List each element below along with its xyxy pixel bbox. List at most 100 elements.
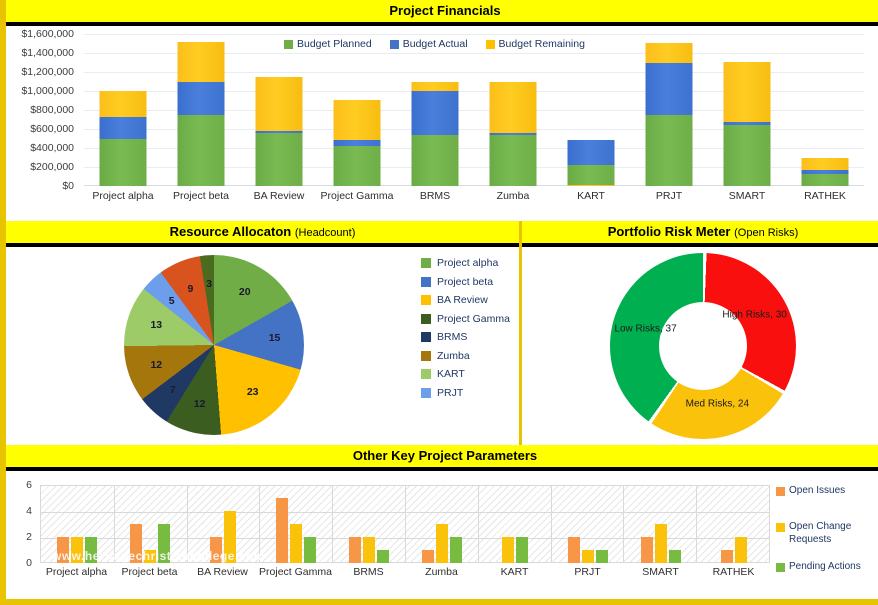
other-bar[interactable] xyxy=(70,537,83,563)
other-x-label: BA Review xyxy=(197,566,248,578)
other-bar[interactable] xyxy=(209,537,222,563)
legend-label: Budget Remaining xyxy=(498,38,585,50)
legend-swatch-icon xyxy=(421,295,431,305)
legend-item[interactable]: Project alpha xyxy=(421,257,521,269)
financials-bar-segment[interactable] xyxy=(645,62,693,116)
other-bar[interactable] xyxy=(720,550,733,563)
financials-bar-group[interactable] xyxy=(786,34,864,186)
financials-bar-segment[interactable] xyxy=(177,41,225,82)
other-bar-group[interactable] xyxy=(332,485,405,563)
other-bar[interactable] xyxy=(668,550,681,563)
other-bar[interactable] xyxy=(421,550,434,563)
other-bar[interactable] xyxy=(501,537,514,563)
financials-bar-segment[interactable] xyxy=(255,132,303,186)
other-bar[interactable] xyxy=(157,524,170,563)
other-bar[interactable] xyxy=(303,537,316,563)
financials-bar-segment[interactable] xyxy=(411,134,459,186)
other-bar[interactable] xyxy=(567,537,580,563)
legend-item[interactable]: BA Review xyxy=(421,294,521,306)
financials-bar-segment[interactable] xyxy=(723,62,771,123)
legend-item[interactable]: Budget Actual xyxy=(389,38,468,50)
legend-item[interactable]: PRJT xyxy=(421,387,521,399)
financials-bar-segment[interactable] xyxy=(99,90,147,118)
financials-bar-group[interactable] xyxy=(318,34,396,186)
dashboard-root: Project Financials $1,600,000 $1,400,000 $… xyxy=(0,0,878,605)
other-bar-group[interactable] xyxy=(40,485,113,563)
legend-item[interactable]: KART xyxy=(421,368,521,380)
other-bar[interactable] xyxy=(734,537,747,563)
other-bar[interactable] xyxy=(84,537,97,563)
financials-bar-group[interactable] xyxy=(630,34,708,186)
financials-bar-group[interactable] xyxy=(474,34,552,186)
financials-bar-segment[interactable] xyxy=(489,134,537,186)
other-bar-group[interactable] xyxy=(259,485,332,563)
other-bar-group[interactable] xyxy=(624,485,697,563)
financials-bar-segment[interactable] xyxy=(801,174,849,186)
financials-bar-group[interactable] xyxy=(84,34,162,186)
financials-bar-group[interactable] xyxy=(162,34,240,186)
legend-swatch-icon xyxy=(776,523,785,532)
other-bar[interactable] xyxy=(449,537,462,563)
other-bar[interactable] xyxy=(515,537,528,563)
pie-data-label: 9 xyxy=(187,282,194,295)
financials-bar-segment[interactable] xyxy=(99,117,147,140)
other-bar[interactable] xyxy=(362,537,375,563)
legend-item[interactable]: Zumba xyxy=(421,350,521,362)
legend-item[interactable]: Pending Actions xyxy=(776,561,861,574)
financials-y-tick: $200,000 xyxy=(30,161,74,173)
financials-bar-group[interactable] xyxy=(240,34,318,186)
legend-item[interactable]: Budget Planned xyxy=(284,38,372,50)
other-bar[interactable] xyxy=(143,550,156,563)
financials-bar-segment[interactable] xyxy=(177,81,225,115)
other-bar-group[interactable] xyxy=(551,485,624,563)
financials-bar-group[interactable] xyxy=(552,34,630,186)
other-bar[interactable] xyxy=(640,537,653,563)
other-bar[interactable] xyxy=(275,498,288,563)
other-bar[interactable] xyxy=(654,524,667,563)
financials-bar-segment[interactable] xyxy=(801,157,849,170)
other-x-label: Project beta xyxy=(121,566,178,578)
financials-bar-segment[interactable] xyxy=(99,139,147,186)
panel-title-resource-allocation: Resource Allocaton (Headcount) xyxy=(6,221,519,247)
legend-item[interactable]: Budget Remaining xyxy=(485,38,585,50)
financials-bar-segment[interactable] xyxy=(489,82,537,133)
financials-bar-segment[interactable] xyxy=(567,185,615,186)
other-x-label: PRJT xyxy=(574,566,601,578)
other-bar-group[interactable] xyxy=(478,485,551,563)
financials-bar-segment[interactable] xyxy=(567,164,615,186)
financials-y-tick: $1,400,000 xyxy=(21,47,74,59)
financials-bar-segment[interactable] xyxy=(177,114,225,186)
other-bar[interactable] xyxy=(56,537,69,563)
financials-bar-segment[interactable] xyxy=(567,140,615,165)
legend-item[interactable]: BRMS xyxy=(421,331,521,343)
financials-bar-segment[interactable] xyxy=(723,124,771,186)
legend-item[interactable]: Open Change Requests xyxy=(776,521,878,546)
other-bar[interactable] xyxy=(581,550,594,563)
legend-item[interactable]: Project Gamma xyxy=(421,313,521,325)
other-bar[interactable] xyxy=(595,550,608,563)
pie-data-label: 23 xyxy=(246,386,259,399)
financials-bar-group[interactable] xyxy=(396,34,474,186)
other-bar-group[interactable] xyxy=(697,485,770,563)
financials-bar-segment[interactable] xyxy=(645,42,693,63)
other-bar-group[interactable] xyxy=(405,485,478,563)
legend-label: Budget Actual xyxy=(402,38,468,50)
financials-bar-segment[interactable] xyxy=(411,91,459,135)
financials-bar-segment[interactable] xyxy=(645,115,693,186)
legend-item[interactable]: Project beta xyxy=(421,276,521,288)
other-bar[interactable] xyxy=(348,537,361,563)
other-bar[interactable] xyxy=(223,511,236,563)
other-bar[interactable] xyxy=(129,524,142,563)
other-bar[interactable] xyxy=(435,524,448,563)
financials-bar-group[interactable] xyxy=(708,34,786,186)
financials-bar-segment[interactable] xyxy=(255,77,303,131)
other-bar[interactable] xyxy=(289,524,302,563)
other-bar-group[interactable] xyxy=(186,485,259,563)
financials-bar-segment[interactable] xyxy=(411,82,459,92)
other-bar[interactable] xyxy=(376,550,389,563)
financials-bar-segment[interactable] xyxy=(333,145,381,186)
other-bar-group[interactable] xyxy=(113,485,186,563)
financials-bar-segment[interactable] xyxy=(333,100,381,141)
other-x-axis-labels: Project alpha Project beta BA Review Projec… xyxy=(40,566,770,578)
legend-item[interactable]: Open Issues xyxy=(776,485,845,498)
